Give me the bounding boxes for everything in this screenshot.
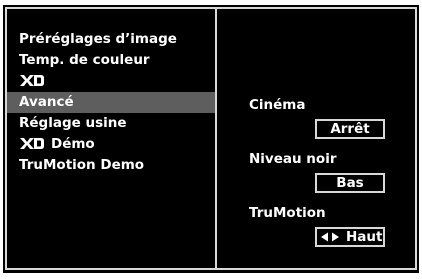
menu-item-factory-reset[interactable]: Réglage usine bbox=[7, 113, 215, 134]
menu-panel: Préréglages d’image Temp. de couleur Ava… bbox=[5, 7, 217, 270]
menu-item-xd[interactable] bbox=[7, 71, 215, 92]
black-level-label: Niveau noir bbox=[249, 151, 337, 167]
menu-item-picture-presets[interactable]: Préréglages d’image bbox=[7, 29, 215, 50]
xd-logo bbox=[19, 74, 45, 88]
menu-item-trumotion-demo[interactable]: TruMotion Demo bbox=[7, 155, 215, 176]
trumotion-value-box[interactable]: Haut bbox=[315, 227, 385, 247]
advanced-settings: Cinéma Arrêt Niveau noir Bas TruMotion H… bbox=[249, 95, 399, 257]
menu-item-label: Avancé bbox=[19, 94, 74, 110]
menu-item-label: TruMotion Demo bbox=[19, 157, 145, 173]
cinema-label: Cinéma bbox=[249, 97, 306, 113]
cinema-value-box[interactable]: Arrêt bbox=[315, 119, 385, 139]
menu-item-label: Réglage usine bbox=[19, 115, 127, 131]
left-right-arrows-icon[interactable] bbox=[320, 232, 340, 242]
trumotion-value: Haut bbox=[346, 229, 383, 245]
menu-item-advanced[interactable]: Avancé bbox=[7, 92, 215, 113]
trumotion-label: TruMotion bbox=[249, 205, 326, 221]
xd-logo bbox=[19, 137, 45, 151]
picture-menu: Préréglages d’image Temp. de couleur Ava… bbox=[7, 29, 215, 176]
tv-osd-menu: Préréglages d’image Temp. de couleur Ava… bbox=[3, 5, 419, 273]
menu-item-label: Préréglages d’image bbox=[19, 31, 177, 47]
menu-item-label: Temp. de couleur bbox=[19, 52, 150, 68]
menu-item-label: Démo bbox=[51, 136, 95, 152]
black-level-value: Bas bbox=[336, 175, 364, 191]
menu-item-xd-demo[interactable]: Démo bbox=[7, 134, 215, 155]
settings-panel: Cinéma Arrêt Niveau noir Bas TruMotion H… bbox=[215, 7, 417, 270]
black-level-value-box[interactable]: Bas bbox=[315, 173, 385, 193]
menu-item-color-temperature[interactable]: Temp. de couleur bbox=[7, 50, 215, 71]
cinema-value: Arrêt bbox=[330, 121, 370, 137]
